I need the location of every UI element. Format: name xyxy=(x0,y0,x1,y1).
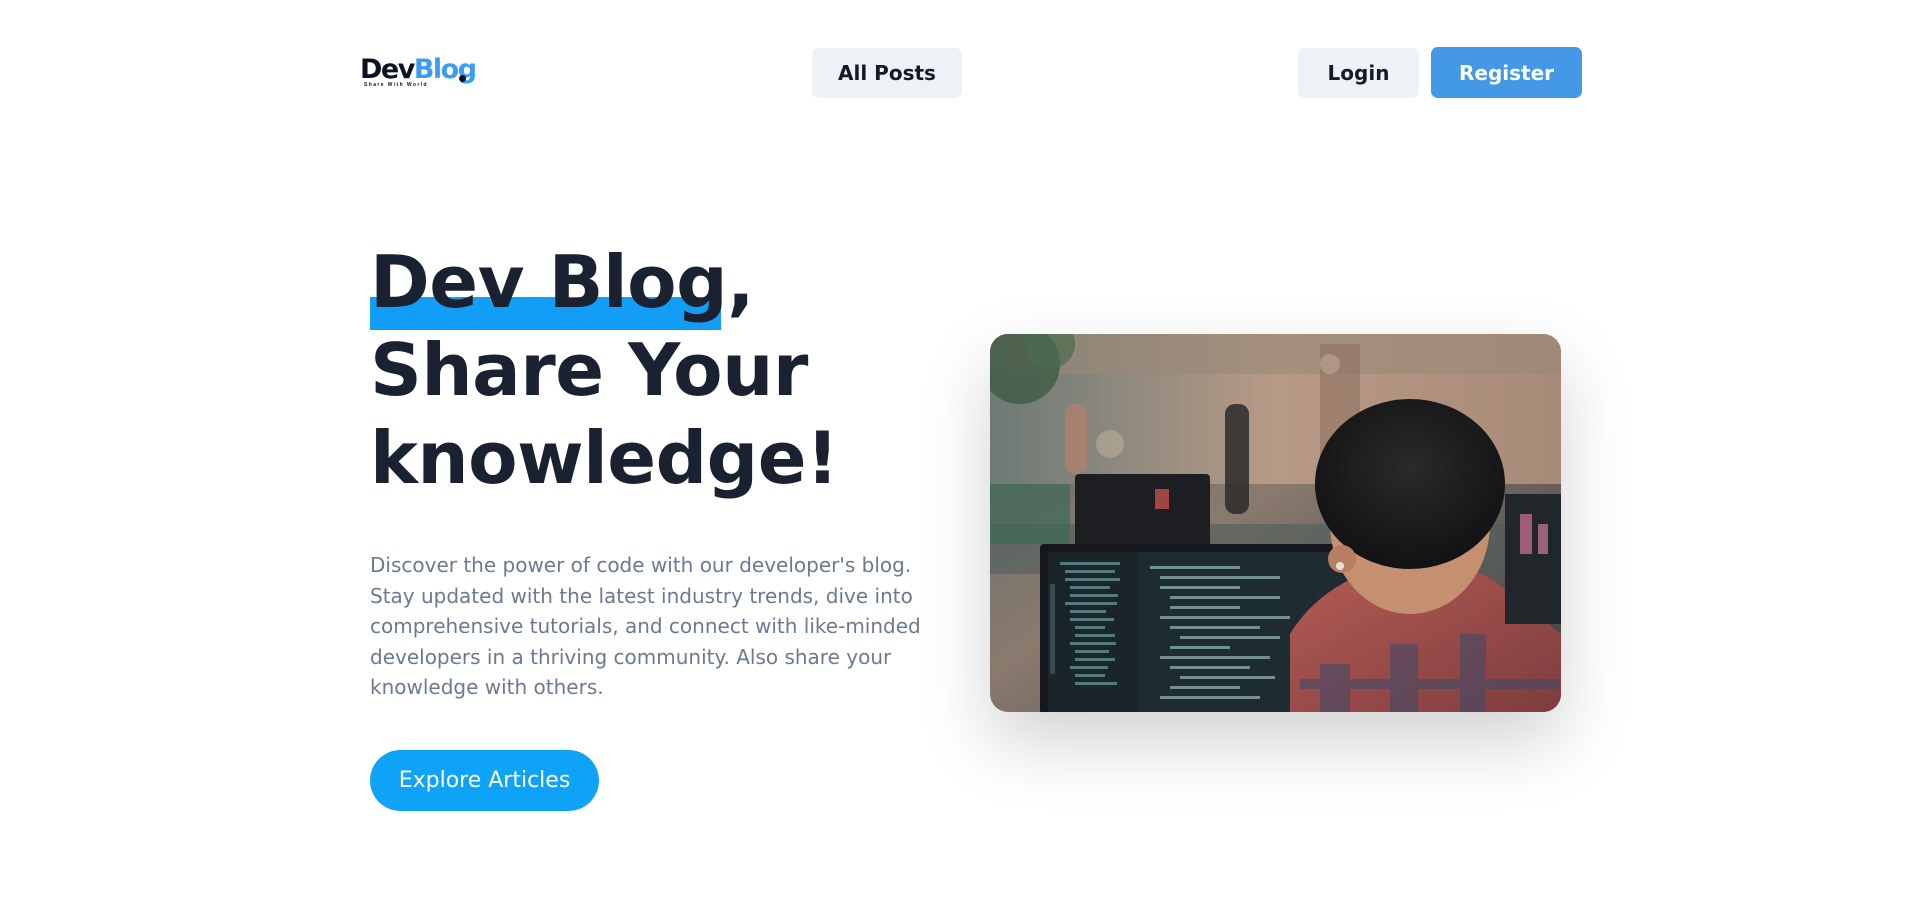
hero-description: Discover the power of code with our deve… xyxy=(370,553,921,699)
hero-title-line-2: Share Your xyxy=(370,328,808,412)
logo-tagline: Share With World xyxy=(364,82,428,88)
login-button[interactable]: Login xyxy=(1298,48,1419,98)
logo-blog-text: Blog xyxy=(413,54,477,85)
site-header: DevBlog Share With World All Posts Login… xyxy=(0,0,1920,150)
all-posts-button[interactable]: All Posts xyxy=(812,48,962,98)
register-button[interactable]: Register xyxy=(1431,47,1582,98)
hero-title: Dev Blog, Share Your knowledge! xyxy=(370,238,839,502)
developer-at-monitor-photo-icon xyxy=(990,334,1561,712)
explore-articles-button[interactable]: Explore Articles xyxy=(370,750,599,811)
logo-wordmark: DevBlog xyxy=(360,54,477,85)
logo-dot xyxy=(459,75,466,82)
hero-image xyxy=(990,334,1561,712)
hero-title-line-1: Dev Blog, xyxy=(370,240,755,324)
logo-dev-text: Dev xyxy=(360,54,415,85)
hero-title-line-3: knowledge! xyxy=(370,416,839,500)
logo[interactable]: DevBlog Share With World xyxy=(360,56,477,90)
